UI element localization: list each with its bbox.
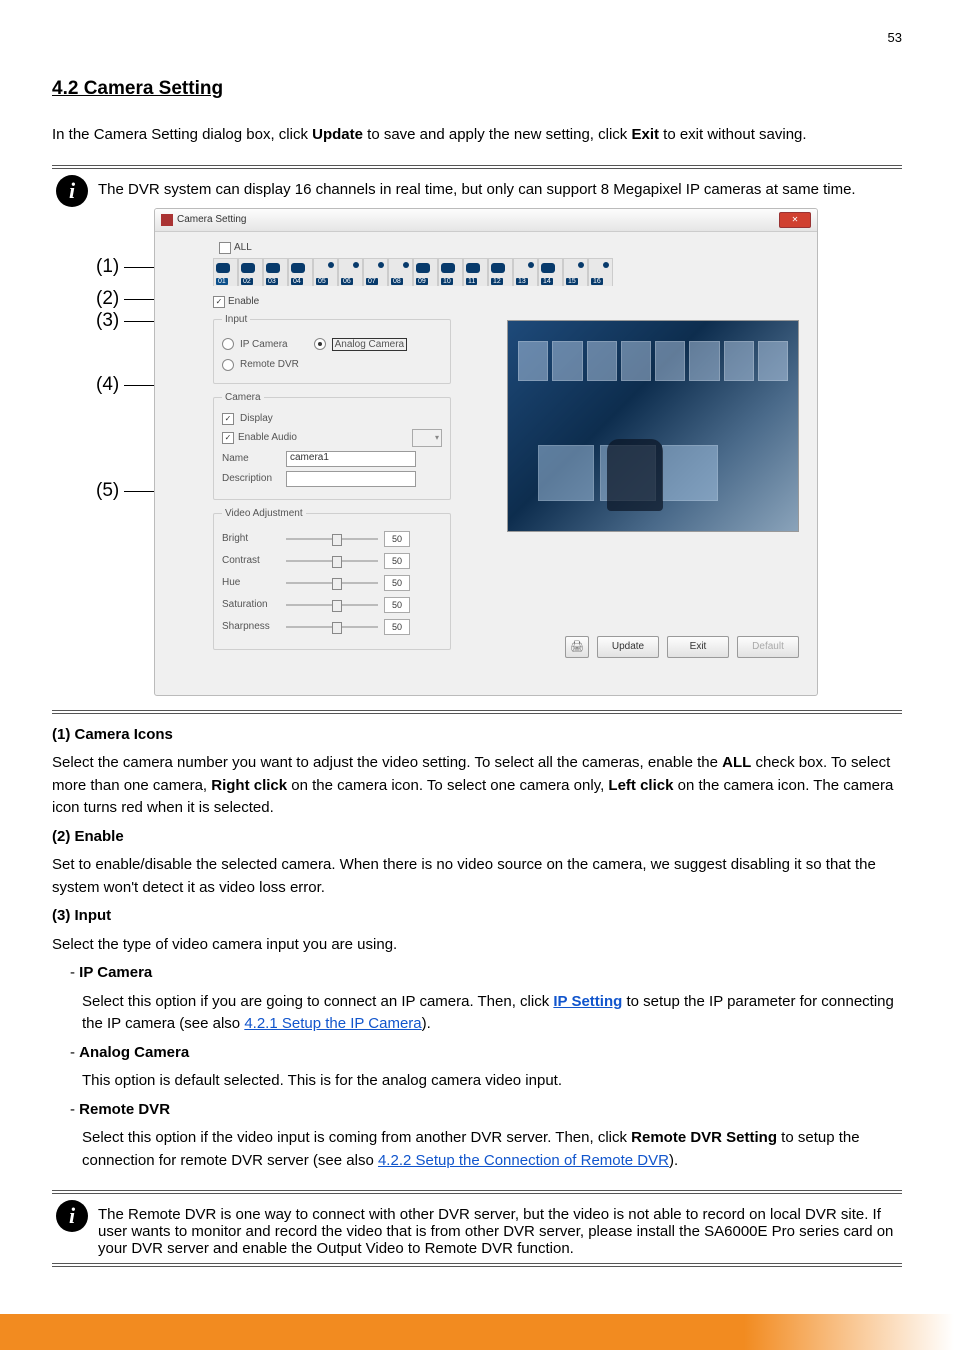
page-number: 53 [888,30,902,45]
note-text-1: The DVR system can display 16 channels i… [98,175,902,198]
note-block-1: i The DVR system can display 16 channels… [52,165,902,714]
contrast-slider[interactable] [286,560,378,562]
note-block-2: i The Remote DVR is one way to connect w… [52,1190,902,1267]
remote-dvr-text: Select this option if the video input is… [82,1127,902,1172]
hue-slider[interactable] [286,582,378,584]
update-button[interactable]: Update [597,636,659,658]
note-text-2: The Remote DVR is one way to connect wit… [98,1200,902,1257]
hue-value: 50 [384,575,410,591]
camera-icon-03[interactable]: 03 [263,258,288,286]
name-input[interactable]: camera1 [286,451,416,467]
input-group: Input IP Camera Analog Camera Remote DVR [213,314,451,384]
info-icon: i [56,175,88,207]
ip-setting-link[interactable]: IP Setting [553,993,622,1010]
description-input[interactable] [286,471,416,487]
enable-audio-checkbox[interactable]: ✓Enable Audio [222,432,297,444]
print-button[interactable]: 🖨 [565,636,589,658]
remote-dvr-bullet: - Remote DVR [70,1099,902,1122]
camera-icon-15[interactable]: 15 [563,258,588,286]
intro-line: In the Camera Setting dialog box, click … [52,124,902,147]
hue-label: Hue [222,577,280,588]
saturation-label: Saturation [222,599,280,610]
ip-camera-radio[interactable]: IP Camera [222,338,288,350]
camera-icon-02[interactable]: 02 [238,258,263,286]
camera-icon-14[interactable]: 14 [538,258,563,286]
chapter-422-link[interactable]: 4.2.2 Setup the Connection of Remote DVR [378,1152,669,1169]
exit-button[interactable]: Exit [667,636,729,658]
name-label: Name [222,453,280,464]
analog-camera-text: This option is default selected. This is… [82,1070,902,1093]
info-icon: i [56,1200,88,1232]
bright-slider[interactable] [286,538,378,540]
callout-2: (2) [96,288,119,310]
window-icon [161,214,173,226]
camera-icon-strip: 01 02 03 04 05 06 07 08 09 10 11 12 [213,258,803,286]
item-3-text: Select the type of video camera input yo… [52,934,902,957]
bright-value: 50 [384,531,410,547]
camera-icon-13[interactable]: 13 [513,258,538,286]
display-checkbox[interactable]: ✓Display [222,413,442,425]
audio-select[interactable]: ▾ [412,429,442,447]
camera-icon-05[interactable]: 05 [313,258,338,286]
section-heading: 4.2 Camera Setting [52,78,902,100]
chapter-421-link[interactable]: 4.2.1 Setup the IP Camera [244,1015,421,1032]
saturation-slider[interactable] [286,604,378,606]
camera-icon-06[interactable]: 06 [338,258,363,286]
camera-icon-16[interactable]: 16 [588,258,613,286]
camera-icon-12[interactable]: 12 [488,258,513,286]
item-2-text: Set to enable/disable the selected camer… [52,854,902,899]
description-label: Description [222,473,280,484]
camera-icon-09[interactable]: 09 [413,258,438,286]
item-3-label: (3) Input [52,905,902,928]
close-button[interactable]: ✕ [779,212,811,228]
analog-camera-radio[interactable]: Analog Camera [314,338,407,351]
titlebar: Camera Setting ✕ [155,209,817,232]
ip-camera-text: Select this option if you are going to c… [82,991,902,1036]
camera-icon-11[interactable]: 11 [463,258,488,286]
ip-camera-bullet: - IP Camera [70,962,902,985]
remote-dvr-radio[interactable]: Remote DVR [222,359,442,371]
video-adjustment-group: Video Adjustment Bright50 Contrast50 Hue… [213,508,451,650]
camera-icon-01[interactable]: 01 [213,258,238,286]
all-checkbox[interactable]: ALL [219,242,803,254]
sharpness-slider[interactable] [286,626,378,628]
item-2-label: (2) Enable [52,826,902,849]
analog-camera-bullet: - Analog Camera [70,1042,902,1065]
sharpness-label: Sharpness [222,621,280,632]
item-1-label: (1) Camera Icons [52,724,902,747]
footer-bar [0,1314,954,1350]
callout-3: (3) [96,310,119,332]
contrast-label: Contrast [222,555,280,566]
default-button[interactable]: Default [737,636,799,658]
camera-icon-07[interactable]: 07 [363,258,388,286]
item-1-text: Select the camera number you want to adj… [52,752,902,820]
window-title: Camera Setting [177,214,246,225]
preview-pane [507,320,799,532]
callout-4: (4) [96,374,119,396]
sharpness-value: 50 [384,619,410,635]
camera-icon-08[interactable]: 08 [388,258,413,286]
camera-icon-04[interactable]: 04 [288,258,313,286]
contrast-value: 50 [384,553,410,569]
camera-setting-window: Camera Setting ✕ ALL 01 02 03 04 05 06 0… [154,208,818,696]
camera-group: Camera ✓Display ✓Enable Audio ▾ Namecame… [213,392,451,500]
bright-label: Bright [222,533,280,544]
saturation-value: 50 [384,597,410,613]
callout-5: (5) [96,480,119,502]
enable-checkbox[interactable]: ✓Enable [213,296,803,308]
camera-icon-10[interactable]: 10 [438,258,463,286]
callout-1: (1) [96,256,119,278]
